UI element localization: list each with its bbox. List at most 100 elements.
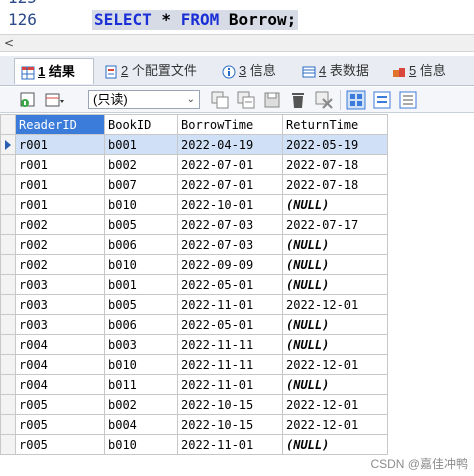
table-cell[interactable]: b007 <box>104 174 178 195</box>
table-cell[interactable]: (NULL) <box>282 434 388 455</box>
table-cell[interactable]: r004 <box>15 374 105 395</box>
table-cell[interactable]: 2022-09-09 <box>177 254 283 275</box>
table-cell[interactable]: (NULL) <box>282 234 388 255</box>
table-cell[interactable]: 2022-12-01 <box>282 294 388 315</box>
table-cell[interactable]: r005 <box>15 414 105 435</box>
corner-cell[interactable] <box>0 114 16 135</box>
table-row[interactable]: r001 b010 2022-10-01 (NULL) <box>0 194 388 215</box>
table-cell[interactable]: b010 <box>104 434 178 455</box>
table-row[interactable]: r005 b002 2022-10-15 2022-12-01 <box>0 394 388 415</box>
column-header-bookid[interactable]: BookID <box>104 114 178 135</box>
mode-select[interactable]: (只读) ⌄ <box>88 90 200 109</box>
row-header[interactable] <box>0 174 16 195</box>
table-cell[interactable]: 2022-07-18 <box>282 154 388 175</box>
table-cell[interactable]: 2022-12-01 <box>282 414 388 435</box>
table-cell[interactable]: 2022-07-01 <box>177 154 283 175</box>
table-cell[interactable]: b001 <box>104 274 178 295</box>
table-cell[interactable]: r004 <box>15 334 105 355</box>
table-cell[interactable]: 2022-11-11 <box>177 354 283 375</box>
table-row[interactable]: r003 b005 2022-11-01 2022-12-01 <box>0 294 388 315</box>
table-row[interactable]: r001 b002 2022-07-01 2022-07-18 <box>0 154 388 175</box>
row-header[interactable] <box>0 154 16 175</box>
table-cell[interactable]: b010 <box>104 194 178 215</box>
table-cell[interactable]: (NULL) <box>282 374 388 395</box>
save-icon[interactable] <box>262 90 282 110</box>
sql-statement[interactable]: SELECT * FROM Borrow; <box>92 10 299 30</box>
table-cell[interactable]: 2022-05-01 <box>177 274 283 295</box>
export-icon[interactable] <box>18 90 38 110</box>
column-header-readerid[interactable]: ReaderID <box>15 114 105 135</box>
column-header-borrowtime[interactable]: BorrowTime <box>177 114 283 135</box>
duplicate-icon[interactable] <box>236 90 256 110</box>
table-cell[interactable]: b010 <box>104 354 178 375</box>
table-cell[interactable]: r001 <box>15 194 105 215</box>
tab-info-2[interactable]: 5 信息 <box>392 58 446 84</box>
row-header[interactable] <box>0 134 16 155</box>
row-header[interactable] <box>0 334 16 355</box>
row-header[interactable] <box>0 374 16 395</box>
table-cell[interactable]: r003 <box>15 294 105 315</box>
sql-editor[interactable]: 125 126 SELECT * FROM Borrow; <box>0 0 474 34</box>
table-row[interactable]: r005 b010 2022-11-01 (NULL) <box>0 434 388 455</box>
copy-row-icon[interactable] <box>210 90 230 110</box>
table-cell[interactable]: 2022-10-15 <box>177 414 283 435</box>
table-cell[interactable]: 2022-11-01 <box>177 294 283 315</box>
row-header[interactable] <box>0 314 16 335</box>
table-row[interactable]: r001 b007 2022-07-01 2022-07-18 <box>0 174 388 195</box>
table-row[interactable]: r004 b010 2022-11-11 2022-12-01 <box>0 354 388 375</box>
table-cell[interactable]: 2022-04-19 <box>177 134 283 155</box>
tab-table-data[interactable]: 4 表数据 <box>302 58 369 84</box>
table-cell[interactable]: r005 <box>15 434 105 455</box>
row-header[interactable] <box>0 434 16 455</box>
table-cell[interactable]: 2022-07-18 <box>282 174 388 195</box>
table-row[interactable]: r002 b006 2022-07-03 (NULL) <box>0 234 388 255</box>
table-cell[interactable]: 2022-12-01 <box>282 394 388 415</box>
delete-icon[interactable] <box>288 90 308 110</box>
table-cell[interactable]: b004 <box>104 414 178 435</box>
table-cell[interactable]: 2022-11-11 <box>177 334 283 355</box>
table-cell[interactable]: b006 <box>104 314 178 335</box>
table-cell[interactable]: 2022-07-01 <box>177 174 283 195</box>
table-cell[interactable]: 2022-12-01 <box>282 354 388 375</box>
form-mode-icon[interactable] <box>372 90 392 110</box>
row-header[interactable] <box>0 294 16 315</box>
table-cell[interactable]: r005 <box>15 394 105 415</box>
table-cell[interactable]: (NULL) <box>282 194 388 215</box>
table-cell[interactable]: 2022-07-03 <box>177 234 283 255</box>
table-cell[interactable]: b005 <box>104 294 178 315</box>
table-row[interactable]: r005 b004 2022-10-15 2022-12-01 <box>0 414 388 435</box>
table-cell[interactable]: 2022-10-01 <box>177 194 283 215</box>
table-cell[interactable]: 2022-05-01 <box>177 314 283 335</box>
table-row[interactable]: r001 b001 2022-04-19 2022-05-19 <box>0 134 388 155</box>
table-cell[interactable]: (NULL) <box>282 314 388 335</box>
table-cell[interactable]: r001 <box>15 134 105 155</box>
table-cell[interactable]: r002 <box>15 234 105 255</box>
table-cell[interactable]: r004 <box>15 354 105 375</box>
table-cell[interactable]: 2022-11-01 <box>177 374 283 395</box>
scroll-left-icon[interactable]: < <box>4 35 14 51</box>
table-cell[interactable]: r002 <box>15 214 105 235</box>
editor-line-current[interactable]: 126 SELECT * FROM Borrow; <box>0 10 474 30</box>
table-row[interactable]: r002 b005 2022-07-03 2022-07-17 <box>0 214 388 235</box>
text-mode-icon[interactable] <box>398 90 418 110</box>
grid-mode-icon[interactable] <box>346 90 366 110</box>
table-cell[interactable]: 2022-07-03 <box>177 214 283 235</box>
table-cell[interactable]: 2022-11-01 <box>177 434 283 455</box>
table-cell[interactable]: b010 <box>104 254 178 275</box>
table-row[interactable]: r004 b011 2022-11-01 (NULL) <box>0 374 388 395</box>
table-cell[interactable]: r003 <box>15 314 105 335</box>
table-cell[interactable]: r001 <box>15 174 105 195</box>
table-cell[interactable]: b005 <box>104 214 178 235</box>
tab-info[interactable]: 3 信息 <box>222 58 276 84</box>
table-cell[interactable]: b001 <box>104 134 178 155</box>
table-cell[interactable]: r002 <box>15 254 105 275</box>
table-cell[interactable]: b002 <box>104 394 178 415</box>
table-cell[interactable]: b003 <box>104 334 178 355</box>
column-header-returntime[interactable]: ReturnTime <box>282 114 388 135</box>
table-row[interactable]: r004 b003 2022-11-11 (NULL) <box>0 334 388 355</box>
tab-profiles[interactable]: 2 个配置文件 <box>104 58 197 84</box>
table-cell[interactable]: 2022-07-17 <box>282 214 388 235</box>
table-row[interactable]: r003 b006 2022-05-01 (NULL) <box>0 314 388 335</box>
horizontal-scrollbar[interactable]: < <box>0 34 474 52</box>
row-header[interactable] <box>0 194 16 215</box>
